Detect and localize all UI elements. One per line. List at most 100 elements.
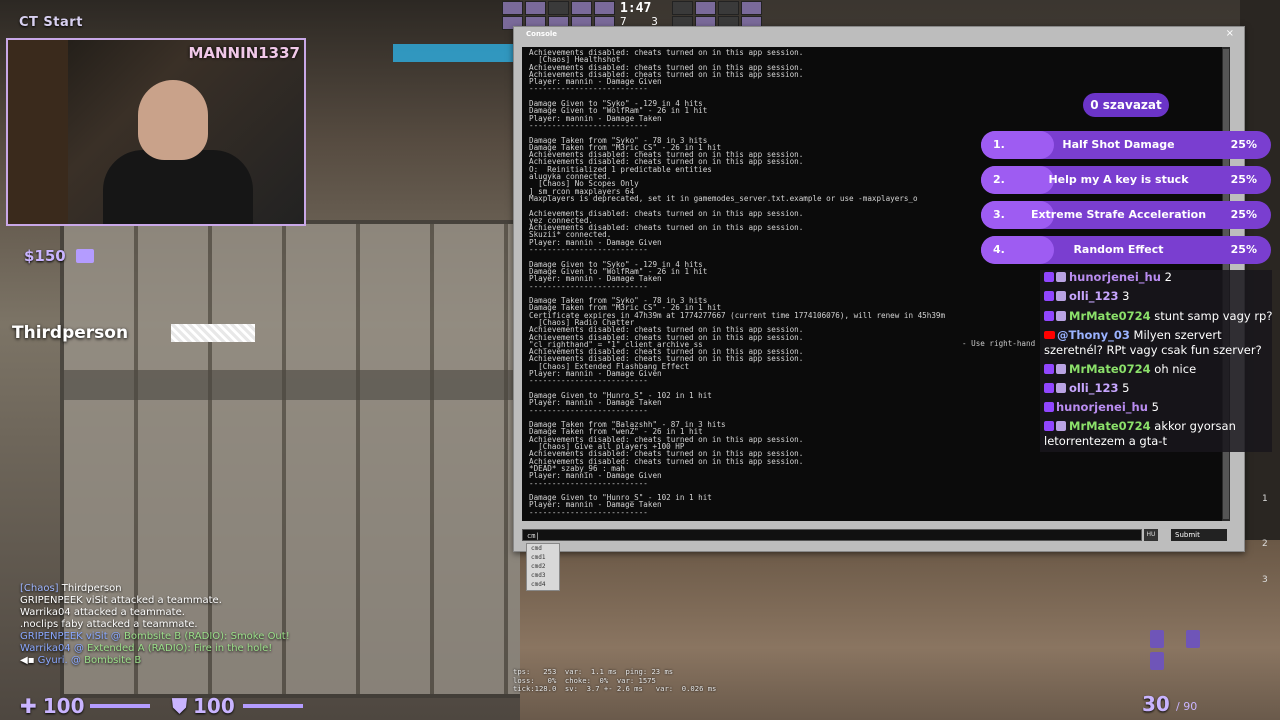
slot-number: 3 <box>1262 575 1268 585</box>
chat-user: MrMate0724 <box>1069 309 1151 323</box>
feed-line: GRIPENPEEK viSit attacked a teammate. <box>20 595 222 606</box>
health-display: ✚ 100 <box>20 694 85 718</box>
feed-line: Warrika04 @ Extended A (RADIO): Fire in … <box>20 643 290 655</box>
twitch-icon <box>1044 364 1054 374</box>
slot-number: 2 <box>1262 539 1268 549</box>
sub-badge-icon <box>1056 272 1066 282</box>
autocomplete-item[interactable]: cmd3 <box>527 571 559 580</box>
chat-message: MrMate0724 oh nice <box>1044 362 1196 376</box>
armor-bar <box>243 704 303 708</box>
player-avatar <box>695 1 716 15</box>
chat-text: 5 <box>1122 381 1130 395</box>
poll-number: 2. <box>993 173 1005 186</box>
bomb-timer-bar <box>393 44 513 62</box>
chat-feed: [Chaos] Thirdperson GRIPENPEEK viSit att… <box>20 583 290 667</box>
player-avatar <box>718 1 739 15</box>
feed-radio: (RADIO): Fire in the hole! <box>144 643 273 654</box>
poll-total-votes: 0 szavazat <box>1083 93 1169 117</box>
poll-percent: 25% <box>1230 243 1257 256</box>
feed-location: Bombsite B <box>123 631 182 642</box>
chat-message: olli_123 5 <box>1044 381 1129 395</box>
health-bar <box>90 704 150 708</box>
poll-number: 3. <box>993 208 1005 221</box>
feed-player: GRIPENPEEK viSit @ <box>20 631 124 642</box>
money-display: $150 <box>24 247 66 265</box>
submit-button[interactable]: Submit <box>1171 529 1227 541</box>
webcam-person-head <box>138 80 208 160</box>
twitch-icon <box>1044 402 1054 412</box>
poll-number: 1. <box>993 138 1005 151</box>
player-avatar <box>741 1 762 15</box>
chat-message: hunorjenei_hu 5 <box>1044 400 1159 414</box>
console-input[interactable]: cm| <box>522 529 1142 541</box>
chat-message: MrMate0724 akkor gyorsan <box>1044 419 1236 433</box>
poll-percent: 25% <box>1230 173 1257 186</box>
chat-message: olli_123 3 <box>1044 289 1129 303</box>
feed-line: [Chaos] Thirdperson <box>20 583 290 595</box>
stream-chat: hunorjenei_hu 2 olli_123 3 MrMate0724 st… <box>1040 270 1272 452</box>
feed-location: Bombsite B <box>84 655 142 666</box>
sub-badge-icon <box>1056 421 1066 431</box>
poll-label: Help my A key is stuck <box>1048 173 1189 186</box>
poll-percent: 25% <box>1230 208 1257 221</box>
buy-menu-icon <box>76 249 94 263</box>
chat-text: 3 <box>1122 289 1130 303</box>
sub-badge-icon <box>1056 364 1066 374</box>
chat-user: MrMate0724 <box>1069 419 1151 433</box>
chat-text: oh nice <box>1154 362 1197 376</box>
autocomplete-item[interactable]: cmd2 <box>527 562 559 571</box>
t-avatars-top <box>672 1 762 15</box>
poll-percent: 25% <box>1230 138 1257 151</box>
twitch-icon <box>1044 272 1054 282</box>
twitch-icon <box>1044 291 1054 301</box>
chat-message: MrMate0724 stunt samp vagy rp? <box>1044 309 1272 323</box>
armor-value: 100 <box>193 694 235 718</box>
webcam-shelf <box>8 40 68 224</box>
close-icon[interactable]: × <box>1226 28 1234 39</box>
feed-line: Warrika04 attacked a teammate. <box>20 607 185 618</box>
twitch-icon <box>1044 311 1054 321</box>
ammo-reserve: / 90 <box>1176 700 1198 713</box>
thirdperson-label: Thirdperson <box>12 323 129 343</box>
scoreboard: 1:47 7 3 <box>502 1 776 30</box>
poll-label: Extreme Strafe Acceleration <box>1030 208 1207 221</box>
armor-shield-icon: ⛊ <box>172 694 187 718</box>
autocomplete-item[interactable]: cmd4 <box>527 580 559 589</box>
feed-line: ◀▪ Gyuri. @ Bombsite B <box>20 655 290 667</box>
twitch-icon <box>1044 421 1054 431</box>
console-title: Console <box>526 30 558 38</box>
console-right-note: - Use right-hand <box>962 339 1036 348</box>
autocomplete-list[interactable]: cmd cmd1 cmd2 cmd3 cmd4 <box>526 543 560 591</box>
autocomplete-item[interactable]: cmd1 <box>527 553 559 562</box>
feed-radio: (RADIO): Smoke Out! <box>181 631 290 642</box>
chat-message-continued: letorrentezem a gta-t <box>1044 434 1167 448</box>
player-avatar <box>502 1 523 15</box>
slot-number: 1 <box>1262 494 1268 504</box>
net-graph: tps: 253 var: 1.1 ms ping: 23 ms loss: 0… <box>513 667 717 693</box>
autocomplete-item[interactable]: cmd <box>527 544 559 553</box>
chat-text: 5 <box>1151 400 1159 414</box>
player-avatar <box>525 1 546 15</box>
chat-text: stunt samp vagy rp? <box>1154 309 1272 323</box>
chaos-tag: [Chaos] <box>20 583 59 594</box>
sub-badge-icon <box>1056 291 1066 301</box>
poll-number: 4. <box>993 243 1005 256</box>
ammo-clip: 30 <box>1142 692 1170 716</box>
chat-text: Milyen szervert <box>1133 328 1222 342</box>
thirdperson-progress <box>171 324 255 342</box>
feed-line: GRIPENPEEK viSit @ Bombsite B (RADIO): S… <box>20 631 290 643</box>
chat-user: @Thony_03 <box>1057 328 1130 342</box>
round-timer: 1:47 <box>620 1 652 16</box>
weapon-slots <box>1150 630 1250 670</box>
poll-label: Random Effect <box>1073 243 1164 256</box>
chat-message-continued: szeretnél? RPt vagy csak fun szerver? <box>1044 343 1262 357</box>
feed-player: Warrika04 @ <box>20 643 88 654</box>
armor-display: ⛊ 100 <box>172 694 235 718</box>
twitch-icon <box>1044 383 1054 393</box>
streamer-name: MANNIN1337 <box>188 44 300 62</box>
youtube-icon <box>1044 331 1055 339</box>
chat-text: 2 <box>1164 270 1172 284</box>
chat-user: olli_123 <box>1069 381 1119 395</box>
language-badge[interactable]: HU <box>1144 529 1158 541</box>
poll-label: Half Shot Damage <box>1062 138 1175 151</box>
